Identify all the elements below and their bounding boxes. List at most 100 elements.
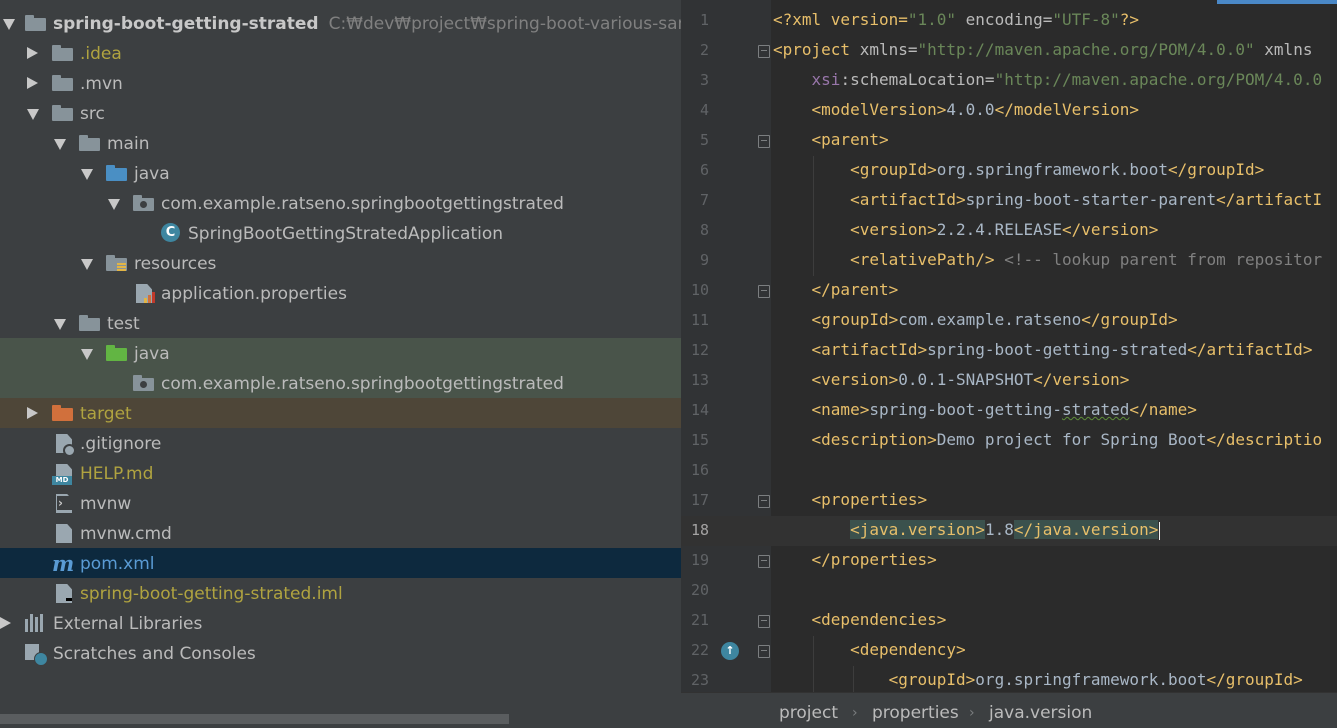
line-number: 17: [690, 491, 709, 509]
tree-item-scratches[interactable]: Scratches and Consoles: [0, 638, 681, 668]
code-line[interactable]: 5 <parent>: [681, 126, 1337, 156]
code-line[interactable]: 7 <artifactId>spring-boot-starter-parent…: [681, 186, 1337, 216]
collapse-arrow-icon[interactable]: [108, 199, 120, 210]
terminal-prompt-icon: ›: [57, 496, 73, 510]
code-line[interactable]: 6 <groupId>org.springframework.boot</gro…: [681, 156, 1337, 186]
expand-arrow-icon[interactable]: [0, 617, 11, 629]
code-line[interactable]: 11 <groupId>com.example.ratseno</groupId…: [681, 306, 1337, 336]
tree-item-label: .idea: [80, 44, 122, 64]
fold-marker-icon[interactable]: [758, 495, 770, 508]
collapse-arrow-icon[interactable]: [3, 19, 15, 30]
tree-item-package-main[interactable]: com.example.ratseno.springbootgettingstr…: [0, 188, 681, 218]
breadcrumb-item-java-version[interactable]: java.version: [989, 703, 1092, 723]
tree-root-row[interactable]: spring-boot-getting-strated C:₩dev₩projec…: [0, 8, 681, 38]
tree-item-mvnw-cmd[interactable]: mvnw.cmd: [0, 518, 681, 548]
tree-item-iml[interactable]: spring-boot-getting-strated.iml: [0, 578, 681, 608]
fold-marker-icon[interactable]: [758, 45, 770, 58]
tree-item-application-properties[interactable]: application.properties: [0, 278, 681, 308]
line-number: 8: [699, 221, 709, 239]
text-file-icon: [56, 524, 72, 543]
collapse-arrow-icon[interactable]: [54, 139, 66, 150]
code-line[interactable]: 14 <name>spring-boot-getting-strated</na…: [681, 396, 1337, 426]
code-line[interactable]: 16: [681, 456, 1337, 486]
code-line[interactable]: 19 </properties>: [681, 546, 1337, 576]
excluded-folder-icon: [52, 405, 73, 421]
line-number: 15: [690, 431, 709, 449]
breadcrumb-item-project[interactable]: project: [779, 703, 838, 723]
test-folder-icon: [106, 345, 127, 361]
expand-arrow-icon[interactable]: [27, 77, 38, 89]
tree-item-help-md[interactable]: MD HELP.md: [0, 458, 681, 488]
tree-item-test[interactable]: test: [0, 308, 681, 338]
line-number: 10: [690, 281, 709, 299]
root-label: spring-boot-getting-strated C:₩dev₩projec…: [53, 14, 681, 34]
tree-item-pom-xml[interactable]: m pom.xml: [0, 548, 681, 578]
resources-folder-icon: [106, 255, 127, 271]
package-icon: [133, 375, 154, 391]
folder-icon: [79, 315, 100, 331]
collapse-arrow-icon[interactable]: [81, 349, 93, 360]
fold-marker-icon[interactable]: [758, 135, 770, 148]
tree-item-external-libraries[interactable]: External Libraries: [0, 608, 681, 638]
folder-icon: [52, 45, 73, 61]
line-number: 3: [699, 71, 709, 89]
horizontal-scrollbar[interactable]: [0, 714, 509, 724]
code-line[interactable]: 1 <?xml version="1.0" encoding="UTF-8"?>: [681, 6, 1337, 36]
code-text: <relativePath/> <!-- lookup parent from …: [850, 250, 1323, 269]
tree-item-label: java: [134, 164, 170, 184]
tree-item-java-main[interactable]: java: [0, 158, 681, 188]
tree-item-application-class[interactable]: C SpringBootGettingStratedApplication: [0, 218, 681, 248]
code-line[interactable]: 15 <description>Demo project for Spring …: [681, 426, 1337, 456]
code-line[interactable]: 10 </parent>: [681, 276, 1337, 306]
dependency-gutter-icon[interactable]: ↑: [721, 642, 739, 660]
collapse-arrow-icon[interactable]: [81, 169, 93, 180]
tree-item-java-test[interactable]: java: [0, 338, 681, 368]
code-text: <java.version>1.8</java.version>: [850, 520, 1161, 540]
tree-item-main[interactable]: main: [0, 128, 681, 158]
code-line[interactable]: 8 <version>2.2.4.RELEASE</version>: [681, 216, 1337, 246]
code-line[interactable]: 4 <modelVersion>4.0.0</modelVersion>: [681, 96, 1337, 126]
tree-item-mvn[interactable]: .mvn: [0, 68, 681, 98]
fold-marker-icon[interactable]: [758, 615, 770, 628]
collapse-arrow-icon[interactable]: [81, 259, 93, 270]
code-line[interactable]: 9 <relativePath/> <!-- lookup parent fro…: [681, 246, 1337, 276]
expand-arrow-icon[interactable]: [27, 407, 38, 419]
collapse-arrow-icon[interactable]: [27, 109, 39, 120]
code-line[interactable]: 23 <groupId>org.springframework.boot</gr…: [681, 666, 1337, 692]
tree-item-gitignore[interactable]: .gitignore: [0, 428, 681, 458]
tree-item-package-test[interactable]: com.example.ratseno.springbootgettingstr…: [0, 368, 681, 398]
code-line[interactable]: 3 xsi:schemaLocation="http://maven.apach…: [681, 66, 1337, 96]
tree-item-resources[interactable]: resources: [0, 248, 681, 278]
tree-item-target[interactable]: target: [0, 398, 681, 428]
code-line-current[interactable]: 18 <java.version>1.8</java.version>: [681, 516, 1337, 546]
fold-marker-icon[interactable]: [758, 285, 770, 298]
md-badge-icon: MD: [52, 476, 72, 485]
code-text: </parent>: [811, 280, 899, 299]
fold-marker-icon[interactable]: [758, 555, 770, 568]
tree-item-label: target: [80, 404, 132, 424]
line-number: 13: [690, 371, 709, 389]
tree-item-mvnw[interactable]: › mvnw: [0, 488, 681, 518]
tree-item-idea[interactable]: .idea: [0, 38, 681, 68]
breadcrumb-item-properties[interactable]: properties: [872, 703, 959, 723]
code-line[interactable]: 12 <artifactId>spring-boot-getting-strat…: [681, 336, 1337, 366]
tree-item-label: resources: [134, 254, 217, 274]
code-line[interactable]: 22 ↑ <dependency>: [681, 636, 1337, 666]
tree-item-label: .gitignore: [80, 434, 162, 454]
tree-item-src[interactable]: src: [0, 98, 681, 128]
code-editor[interactable]: 1 <?xml version="1.0" encoding="UTF-8"?>…: [681, 0, 1337, 728]
code-line[interactable]: 13 <version>0.0.1-SNAPSHOT</version>: [681, 366, 1337, 396]
code-line[interactable]: 2 <project xmlns="http://maven.apache.or…: [681, 36, 1337, 66]
code-line[interactable]: 17 <properties>: [681, 486, 1337, 516]
expand-arrow-icon[interactable]: [27, 47, 38, 59]
libraries-icon: [25, 614, 45, 632]
code-text: <project xmlns="http://maven.apache.org/…: [773, 40, 1313, 59]
fold-marker-icon[interactable]: [758, 645, 770, 658]
tree-item-label: SpringBootGettingStratedApplication: [188, 224, 504, 244]
code-line[interactable]: 20: [681, 576, 1337, 606]
tree-item-label: External Libraries: [53, 614, 203, 634]
code-line[interactable]: 21 <dependencies>: [681, 606, 1337, 636]
root-path: C:₩dev₩project₩spring-boot-various-sampl…: [328, 14, 681, 34]
source-folder-icon: [106, 165, 127, 181]
collapse-arrow-icon[interactable]: [54, 319, 66, 330]
